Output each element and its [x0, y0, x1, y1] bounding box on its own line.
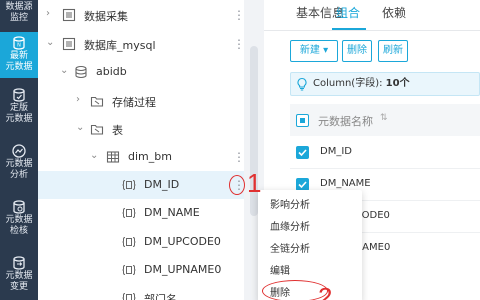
- rail-item-label: 元数据: [5, 62, 33, 72]
- left-nav-rail: 数据源 监控 N 最新 元数据 定版 元数据 元数据 分析 元数据 检核 元数据…: [0, 0, 38, 300]
- folder-list-icon: [62, 37, 76, 51]
- lightbulb-icon: [295, 77, 309, 91]
- column-icon: [122, 291, 136, 300]
- tree-node-label: 表: [112, 124, 123, 137]
- metadata-tree: › 数据采集 ⋮ ⌄ 数据库_mysql ⋮ ⌄ abidb › 存储过程 ⌄: [38, 0, 245, 300]
- tree-node-tables[interactable]: ⌄ 表: [38, 115, 244, 143]
- table-folder-icon: [90, 122, 104, 136]
- tab-dependency[interactable]: 依赖: [382, 4, 406, 21]
- column-icon: [122, 178, 136, 192]
- check-icon: [12, 200, 26, 214]
- release-metadata-icon: [12, 88, 26, 102]
- chevron-down-icon[interactable]: ⌄: [90, 151, 100, 161]
- rail-item-release-metadata[interactable]: 定版 元数据: [0, 84, 38, 130]
- tree-node-dm-upcode0[interactable]: DM_UPCODE0: [38, 228, 244, 256]
- analysis-icon: [12, 144, 26, 158]
- tree-node-dm-id[interactable]: DM_ID ⋮: [38, 171, 245, 199]
- more-vertical-icon[interactable]: ⋮: [233, 149, 245, 165]
- step-callout-2: 2: [318, 282, 333, 300]
- column-icon: [122, 235, 136, 249]
- menu-item-full-chain-analysis[interactable]: 全链分析: [270, 240, 310, 255]
- tree-node-label: abidb: [96, 65, 127, 78]
- new-metadata-icon: N: [12, 36, 26, 50]
- step-callout-1: 1: [247, 168, 262, 198]
- sort-icon[interactable]: ⇅: [380, 113, 388, 123]
- tree-node-label: 数据库_mysql: [84, 39, 156, 52]
- tree-node-dm-upname0[interactable]: DM_UPNAME0: [38, 256, 244, 284]
- rail-item-label: 变更: [9, 282, 28, 292]
- rail-item-metadata-check[interactable]: 元数据 检核: [0, 196, 38, 242]
- new-button[interactable]: 新建 ▾: [290, 40, 338, 62]
- row-checkbox[interactable]: [296, 146, 309, 159]
- more-vertical-icon[interactable]: ⋮: [233, 36, 245, 52]
- menu-item-impact-analysis[interactable]: 影响分析: [270, 196, 310, 211]
- rail-item-datasource-monitor[interactable]: 数据源 监控: [0, 0, 38, 30]
- menu-item-edit[interactable]: 编辑: [270, 262, 290, 277]
- rail-item-label: 元数据: [5, 215, 33, 225]
- rail-item-label: 元数据: [5, 271, 33, 281]
- rail-item-metadata-change[interactable]: 元数据 变更: [0, 252, 38, 298]
- row-divider: [290, 168, 480, 169]
- tree-node-data-collection[interactable]: › 数据采集 ⋮: [38, 1, 245, 29]
- tree-node-stored-procedures[interactable]: › 存储过程: [38, 87, 244, 115]
- menu-item-lineage-analysis[interactable]: 血缘分析: [270, 218, 310, 233]
- more-vertical-icon[interactable]: ⋮: [233, 7, 245, 23]
- delete-button[interactable]: 删除: [342, 40, 372, 62]
- change-icon: [12, 256, 26, 270]
- tree-node-label: 数据采集: [84, 10, 128, 23]
- column-header-metadata-name[interactable]: 元数据名称: [318, 113, 373, 129]
- rail-item-label: 数据源: [5, 2, 33, 12]
- rail-item-metadata-analysis[interactable]: 元数据 分析: [0, 140, 38, 186]
- rail-item-label: 分析: [9, 170, 28, 180]
- chevron-down-icon[interactable]: ⌄: [60, 66, 70, 76]
- tree-node-label: dim_bm: [128, 150, 172, 163]
- rail-item-label: 定版: [9, 103, 28, 113]
- tree-node-abidb[interactable]: ⌄ abidb: [38, 58, 244, 86]
- active-tab-indicator: [332, 28, 366, 30]
- tree-node-mysql[interactable]: ⌄ 数据库_mysql ⋮: [38, 30, 245, 58]
- tab-composition[interactable]: 组合: [336, 4, 360, 21]
- procedure-folder-icon: [90, 94, 104, 108]
- chevron-right-icon[interactable]: ›: [46, 9, 56, 19]
- database-icon: [74, 65, 88, 79]
- column-icon: [122, 206, 136, 220]
- column-count-banner: Column(字段): 10个: [290, 72, 480, 96]
- chevron-right-icon[interactable]: ›: [76, 95, 86, 105]
- rail-item-label: 检核: [9, 226, 28, 236]
- rail-item-label: 监控: [9, 13, 28, 23]
- tree-node-label: DM_ID: [144, 178, 180, 191]
- rail-item-label: 元数据: [5, 114, 33, 124]
- tree-node-label: DM_NAME: [144, 206, 200, 219]
- tree-node-label: DM_UPNAME0: [144, 263, 222, 276]
- chevron-down-icon[interactable]: ⌄: [46, 38, 56, 48]
- tree-node-label: 部门名: [144, 293, 177, 300]
- table-cell-name: DM_NAME: [320, 178, 371, 189]
- banner-prefix: Column(字段):: [313, 78, 386, 89]
- tree-node-dm-name[interactable]: DM_NAME: [38, 199, 244, 227]
- tree-node-label: 存储过程: [112, 96, 156, 109]
- tree-node-label: DM_UPCODE0: [144, 235, 221, 248]
- tree-node-department-name[interactable]: 部门名: [38, 284, 244, 300]
- svg-text:N: N: [17, 43, 21, 49]
- more-button-highlight-ring: [229, 175, 245, 195]
- column-icon: [122, 263, 136, 277]
- select-all-checkbox[interactable]: [296, 114, 309, 127]
- table-icon: [106, 150, 120, 164]
- table-cell-name: DM_ID: [320, 146, 352, 157]
- rail-item-latest-metadata[interactable]: N 最新 元数据: [0, 32, 38, 78]
- rail-item-label: 最新: [9, 51, 28, 61]
- tree-node-dim-bm[interactable]: ⌄ dim_bm ⋮: [38, 143, 245, 171]
- tab-divider: [264, 30, 480, 31]
- chevron-down-icon[interactable]: ⌄: [76, 123, 86, 133]
- banner-count: 10个: [385, 78, 410, 89]
- refresh-button[interactable]: 刷新: [378, 40, 408, 62]
- banner-text: Column(字段): 10个: [313, 73, 410, 95]
- folder-list-icon: [62, 8, 76, 22]
- rail-item-label: 元数据: [5, 159, 33, 169]
